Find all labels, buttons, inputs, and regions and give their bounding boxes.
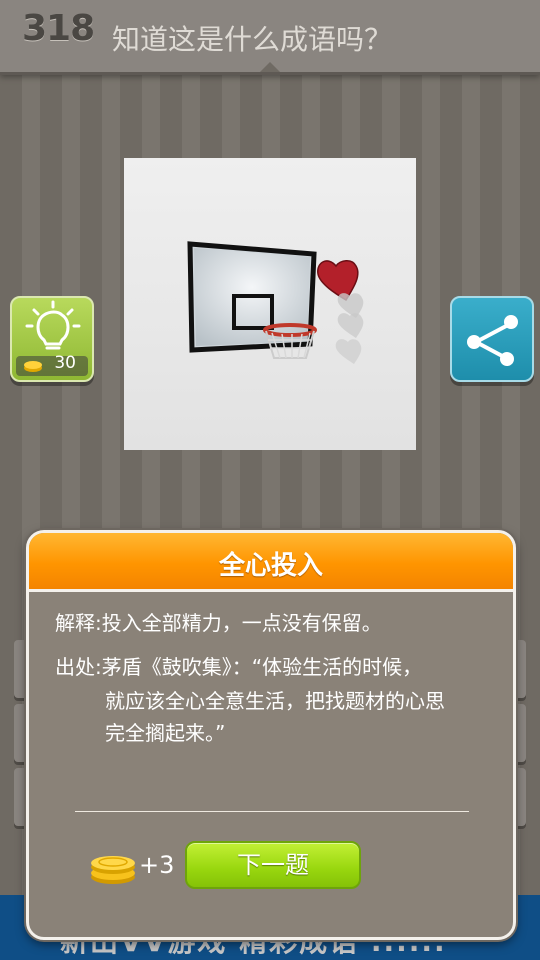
idiom-answer-dialog: 全心投入 解释:投入全部精力，一点没有保留。 出处:茅盾《鼓吹集》：“体验生活的… bbox=[26, 530, 516, 940]
divider bbox=[75, 811, 469, 812]
header-notch bbox=[260, 62, 280, 72]
coin-stack-icon bbox=[91, 856, 135, 884]
level-number: 318 bbox=[22, 8, 95, 49]
coin-stack-icon bbox=[24, 361, 42, 372]
hint-button[interactable]: 30 bbox=[10, 296, 94, 382]
source-text-line-2: 就应该全心全意生活，把找题材的心思 bbox=[105, 689, 445, 713]
top-bar: 318 知道这是什么成语吗？ bbox=[0, 0, 540, 75]
idiom-title: 全心投入 bbox=[218, 551, 323, 581]
source-text-line-3: 完全搁起来。” bbox=[105, 721, 226, 745]
dialog-header: 全心投入 bbox=[29, 533, 513, 592]
explanation-row: 解释:投入全部精力，一点没有保留。 bbox=[55, 607, 382, 639]
share-button[interactable] bbox=[450, 296, 534, 382]
hint-cost: 30 bbox=[54, 353, 76, 373]
puzzle-image bbox=[124, 158, 416, 450]
explanation-label: 解释: bbox=[55, 611, 102, 635]
question-prompt: 知道这是什么成语吗？ bbox=[112, 23, 393, 56]
source-row: 出处:茅盾《鼓吹集》：“体验生活的时候， bbox=[55, 651, 422, 683]
explanation-text: 投入全部精力，一点没有保留。 bbox=[101, 611, 382, 635]
lightbulb-icon bbox=[25, 300, 81, 350]
source-text-line-1: 茅盾《鼓吹集》：“体验生活的时候， bbox=[101, 655, 423, 679]
coin-reward: +3 bbox=[139, 851, 175, 879]
hint-cost-bar: 30 bbox=[16, 353, 88, 376]
basketball-hoop-heart-picture bbox=[187, 241, 364, 364]
share-icon bbox=[467, 315, 518, 366]
source-label: 出处: bbox=[55, 655, 102, 679]
next-question-button[interactable]: 下一题 bbox=[185, 841, 361, 889]
